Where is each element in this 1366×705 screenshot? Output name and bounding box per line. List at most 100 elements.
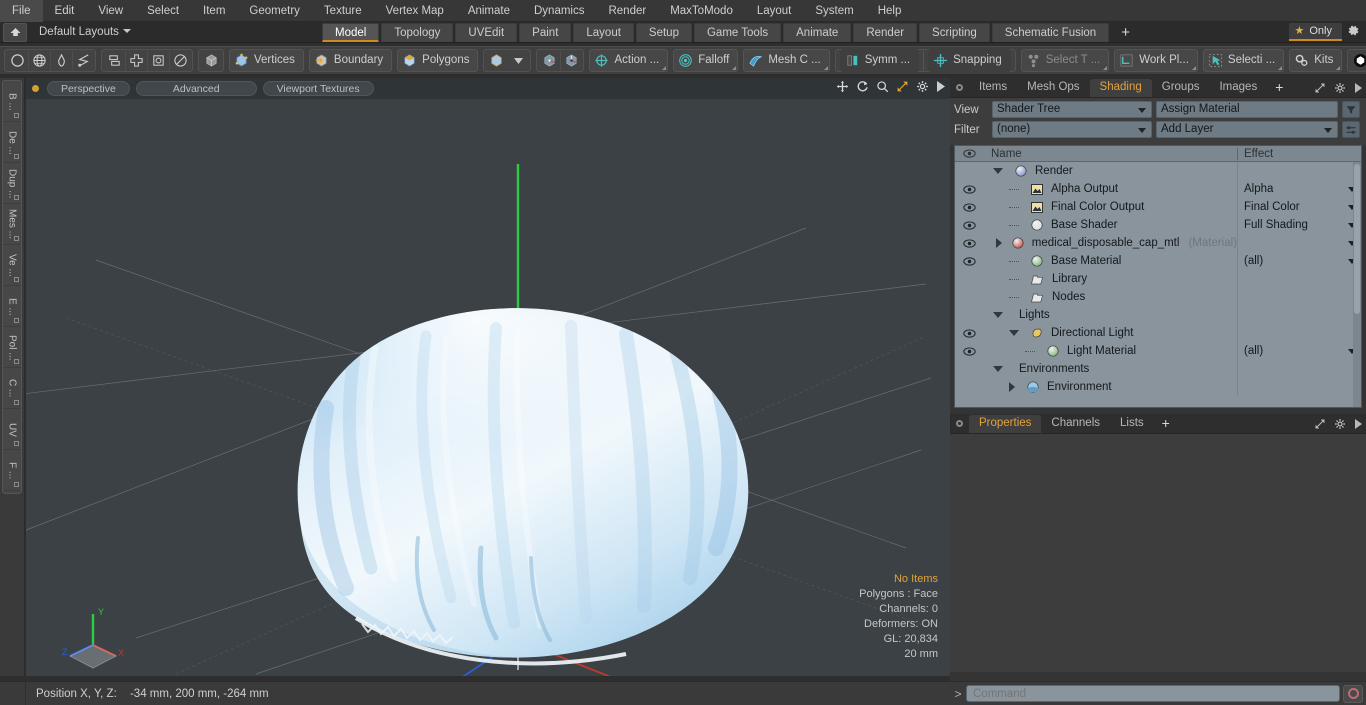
- tab-properties[interactable]: Properties: [969, 414, 1042, 433]
- command-input[interactable]: [966, 685, 1340, 702]
- menu-item-system[interactable]: System: [803, 0, 865, 22]
- lasso-icon[interactable]: [72, 50, 94, 71]
- menu-item-dynamics[interactable]: Dynamics: [522, 0, 596, 22]
- shader-tree-row[interactable]: Environments: [955, 360, 1361, 378]
- rotate-icon[interactable]: [169, 50, 191, 71]
- eye-icon[interactable]: [955, 202, 983, 212]
- tab-shading[interactable]: Shading: [1089, 78, 1152, 97]
- shader-tree-row[interactable]: Final Color Output Final Color: [955, 198, 1361, 216]
- play-icon[interactable]: [936, 81, 945, 92]
- only-toggle-button[interactable]: ★ Only: [1288, 23, 1342, 41]
- eye-icon[interactable]: [955, 346, 983, 356]
- globe-icon[interactable]: [28, 50, 50, 71]
- layout-tab-paint[interactable]: Paint: [519, 23, 572, 42]
- work-plane-button[interactable]: Work Pl...: [1114, 49, 1198, 72]
- eye-icon[interactable]: [955, 328, 983, 338]
- shader-tree[interactable]: Name Effect Render Alpha Output Alpha Final…: [954, 145, 1362, 408]
- layout-tab-scripting[interactable]: Scripting: [919, 23, 990, 42]
- axis-cube-white-icon[interactable]: [560, 50, 582, 71]
- status-bar-grip[interactable]: [0, 681, 26, 705]
- mode-boundary-button[interactable]: Boundary: [308, 49, 393, 72]
- panel-dot-icon[interactable]: [956, 420, 963, 427]
- gear-icon[interactable]: [916, 80, 929, 93]
- tree-scrollbar-thumb[interactable]: [1354, 164, 1360, 314]
- menu-item-geometry[interactable]: Geometry: [237, 0, 312, 22]
- eye-icon[interactable]: [955, 256, 983, 266]
- view-dropdown[interactable]: Shader Tree: [992, 101, 1152, 118]
- home-up-icon[interactable]: [3, 22, 27, 42]
- kits-button[interactable]: Kits: [1289, 49, 1343, 72]
- layout-tab-schematic-fusion[interactable]: Schematic Fusion: [991, 23, 1110, 42]
- chevron-right-icon[interactable]: [1354, 419, 1362, 429]
- menu-item-texture[interactable]: Texture: [312, 0, 374, 22]
- zoom-icon[interactable]: [876, 80, 889, 93]
- move-axis-icon[interactable]: [125, 50, 147, 71]
- layout-tab-render[interactable]: Render: [853, 23, 918, 42]
- layout-tab-topology[interactable]: Topology: [381, 23, 454, 42]
- tab-lists[interactable]: Lists: [1110, 415, 1154, 433]
- symmetry-button[interactable]: Symm ...: [839, 49, 920, 72]
- gear-icon[interactable]: [1334, 418, 1346, 430]
- left-tab-uv[interactable]: UV: [3, 410, 21, 450]
- layout-tab-layout[interactable]: Layout: [573, 23, 634, 42]
- left-tab-polygon[interactable]: Pol ...: [3, 328, 21, 368]
- menu-item-select[interactable]: Select: [135, 0, 191, 22]
- tab-images[interactable]: Images: [1209, 79, 1267, 97]
- expand-icon[interactable]: [1314, 418, 1326, 430]
- add-layout-tab-button[interactable]: +: [1111, 23, 1140, 42]
- viewport-advanced-button[interactable]: Advanced: [135, 81, 257, 96]
- viewport-perspective-button[interactable]: Perspective: [47, 81, 130, 96]
- shader-tree-row-effect[interactable]: [1237, 234, 1361, 252]
- mode-vertices-button[interactable]: Vertices: [229, 49, 304, 72]
- tab-groups[interactable]: Groups: [1152, 79, 1210, 97]
- select-through-button[interactable]: Select T ...: [1020, 49, 1110, 72]
- eye-icon[interactable]: [955, 238, 983, 248]
- gear-icon[interactable]: [1334, 82, 1346, 94]
- eye-icon[interactable]: [955, 184, 983, 194]
- circle-icon[interactable]: [6, 50, 28, 71]
- left-tab-vertex[interactable]: Ve ...: [3, 246, 21, 286]
- left-tab-curve[interactable]: C ...: [3, 369, 21, 409]
- left-tab-mesh-edit[interactable]: Mes ...: [3, 205, 21, 245]
- center-icon[interactable]: [147, 50, 169, 71]
- shader-tree-row-effect[interactable]: Full Shading: [1237, 216, 1361, 234]
- left-tab-deform[interactable]: De ...: [3, 123, 21, 163]
- record-icon[interactable]: [1343, 684, 1363, 703]
- viewport-textures-button[interactable]: Viewport Textures: [262, 81, 374, 96]
- shader-tree-row[interactable]: Alpha Output Alpha: [955, 180, 1361, 198]
- layout-name[interactable]: Default Layouts: [27, 22, 140, 43]
- twisty-open-icon[interactable]: [1009, 330, 1019, 336]
- axis-cube-green-icon[interactable]: [538, 50, 560, 71]
- menu-item-view[interactable]: View: [86, 0, 135, 22]
- shader-tree-row[interactable]: Library: [955, 270, 1361, 288]
- maximize-icon[interactable]: [896, 80, 909, 93]
- align-icon[interactable]: [103, 50, 125, 71]
- shader-tree-row[interactable]: Light Material (all): [955, 342, 1361, 360]
- shader-tree-row-effect[interactable]: Alpha: [1237, 180, 1361, 198]
- menu-item-vertex-map[interactable]: Vertex Map: [374, 0, 456, 22]
- shader-tree-row-effect[interactable]: (all): [1237, 342, 1361, 360]
- pen-icon[interactable]: [50, 50, 72, 71]
- left-tab-duplicate[interactable]: Dup ...: [3, 164, 21, 204]
- shader-tree-row[interactable]: Base Shader Full Shading: [955, 216, 1361, 234]
- mode-polygons-button[interactable]: Polygons: [397, 49, 479, 72]
- cube-icon[interactable]: [200, 50, 222, 71]
- tab-items[interactable]: Items: [969, 79, 1017, 97]
- tree-scrollbar[interactable]: [1353, 162, 1361, 407]
- chevron-right-icon[interactable]: [1354, 83, 1362, 93]
- shader-tree-row[interactable]: Directional Light: [955, 324, 1361, 342]
- gear-icon[interactable]: [1342, 24, 1364, 40]
- shader-tree-row-effect[interactable]: Final Color: [1237, 198, 1361, 216]
- add-properties-tab-button[interactable]: +: [1154, 415, 1178, 432]
- left-tab-edge[interactable]: E ...: [3, 287, 21, 327]
- tab-mesh-ops[interactable]: Mesh Ops: [1017, 79, 1089, 97]
- layout-tab-uvedit[interactable]: UVEdit: [455, 23, 518, 42]
- substance-icon[interactable]: [1349, 50, 1366, 71]
- menu-item-item[interactable]: Item: [191, 0, 237, 22]
- tab-channels[interactable]: Channels: [1041, 415, 1110, 433]
- layout-tab-game-tools[interactable]: Game Tools: [693, 23, 782, 42]
- shader-tree-row[interactable]: Nodes: [955, 288, 1361, 306]
- menu-item-layout[interactable]: Layout: [745, 0, 804, 22]
- layout-tab-animate[interactable]: Animate: [783, 23, 852, 42]
- left-tab-basic[interactable]: B ...: [3, 82, 21, 122]
